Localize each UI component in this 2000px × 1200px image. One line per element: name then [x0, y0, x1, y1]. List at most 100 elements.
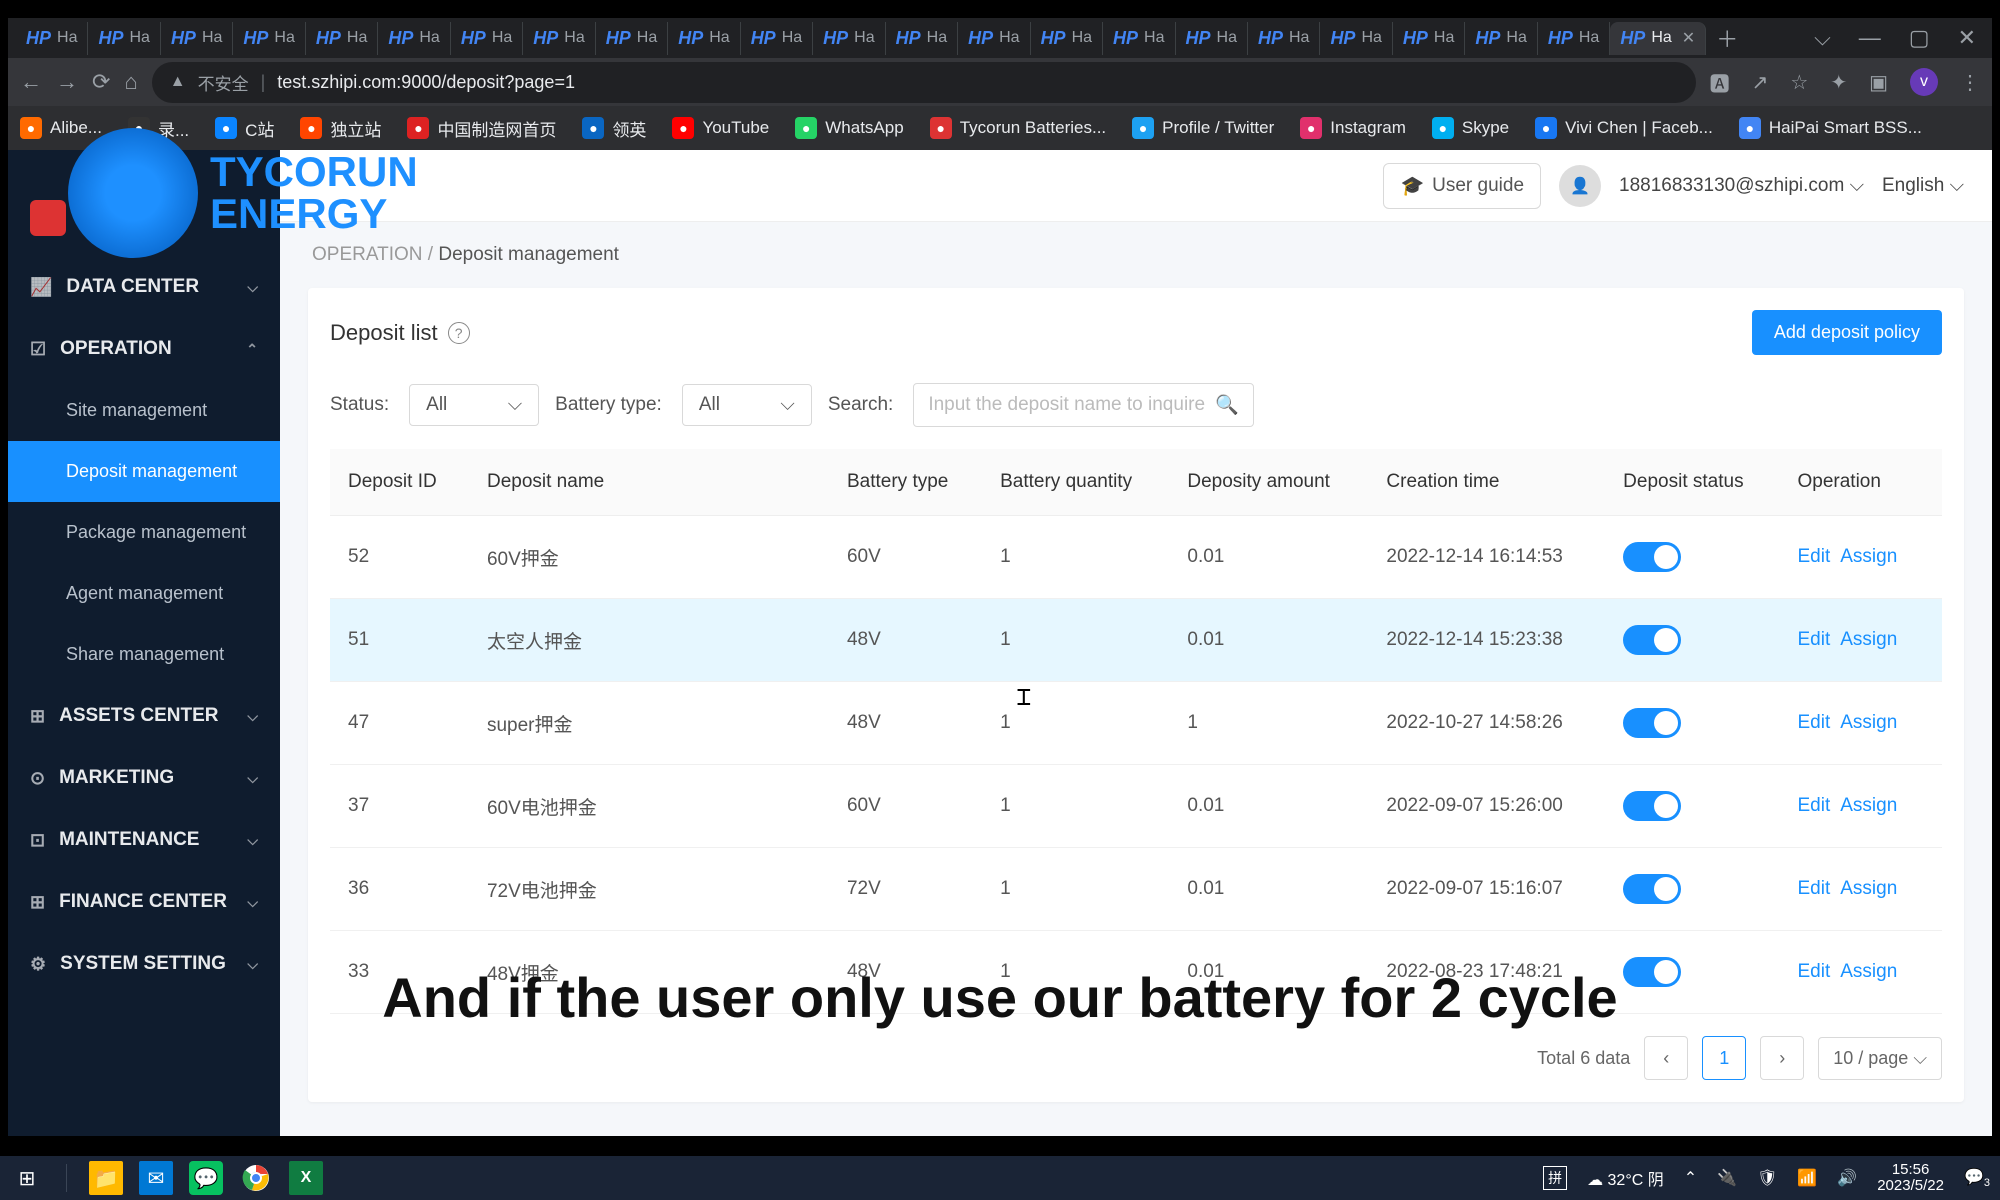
edit-link[interactable]: Edit	[1797, 712, 1830, 733]
browser-tab[interactable]: HPHa	[161, 22, 233, 55]
table-row[interactable]: 33 48V押金 48V 1 0.01 2022-08-23 17:48:21 …	[330, 931, 1942, 1014]
back-icon[interactable]: ←	[20, 69, 42, 95]
mail-icon[interactable]: ✉	[139, 1161, 173, 1195]
sidebar-item-package[interactable]: Package management	[8, 502, 280, 563]
sidebar-item-agent[interactable]: Agent management	[8, 563, 280, 624]
edit-link[interactable]: Edit	[1797, 629, 1830, 650]
status-toggle[interactable]	[1623, 957, 1681, 987]
table-row[interactable]: 36 72V电池押金 72V 1 0.01 2022-09-07 15:16:0…	[330, 848, 1942, 931]
status-select[interactable]: All⌵	[409, 384, 539, 426]
forward-icon[interactable]: →	[56, 69, 78, 95]
table-row[interactable]: 37 60V电池押金 60V 1 0.01 2022-09-07 15:26:0…	[330, 765, 1942, 848]
browser-tab[interactable]: HPHa	[668, 22, 740, 55]
share-icon[interactable]: ↗	[1752, 70, 1769, 95]
menu-icon[interactable]: ⋮	[1960, 70, 1980, 95]
browser-tab[interactable]: HPHa	[523, 22, 595, 55]
tray-wifi-icon[interactable]: 📶	[1797, 1168, 1817, 1188]
edit-link[interactable]: Edit	[1797, 961, 1830, 982]
help-icon[interactable]: ?	[448, 322, 470, 344]
assign-link[interactable]: Assign	[1840, 961, 1897, 982]
bookmark-item[interactable]: ●YouTube	[672, 117, 769, 139]
browser-tab[interactable]: HPHa	[16, 22, 88, 55]
status-toggle[interactable]	[1623, 791, 1681, 821]
status-toggle[interactable]	[1623, 542, 1681, 572]
maximize-icon[interactable]: ▢	[1909, 25, 1930, 51]
sidebar-item-assets[interactable]: ⊞ASSETS CENTER⌵	[8, 685, 280, 747]
browser-tab[interactable]: HPHa	[813, 22, 885, 55]
table-row[interactable]: 51 太空人押金 48V 1 0.01 2022-12-14 15:23:38 …	[330, 599, 1942, 682]
browser-tab[interactable]: HPHa	[741, 22, 813, 55]
wechat-icon[interactable]: 💬	[189, 1161, 223, 1195]
extensions-icon[interactable]: ✦	[1830, 70, 1847, 95]
profile-avatar[interactable]: v	[1910, 68, 1938, 96]
battery-type-select[interactable]: All⌵	[682, 384, 812, 426]
bookmark-item[interactable]: ●中国制造网首页	[407, 116, 556, 141]
prev-page-button[interactable]: ‹	[1644, 1036, 1688, 1080]
sidepanel-icon[interactable]: ▣	[1869, 70, 1888, 95]
new-tab-button[interactable]: ＋	[1706, 16, 1756, 60]
browser-tab[interactable]: HPHa	[958, 22, 1030, 55]
browser-tab[interactable]: HPHa	[596, 22, 668, 55]
page-number[interactable]: 1	[1702, 1036, 1746, 1080]
browser-tab[interactable]: HPHa	[233, 22, 305, 55]
browser-tab[interactable]: HPHa	[1176, 22, 1248, 55]
file-explorer-icon[interactable]: 📁	[89, 1161, 123, 1195]
language-selector[interactable]: English ⌵	[1882, 175, 1964, 197]
assign-link[interactable]: Assign	[1840, 629, 1897, 650]
browser-tab[interactable]: HPHa	[1103, 22, 1175, 55]
close-icon[interactable]: ✕	[1682, 28, 1695, 48]
user-guide-button[interactable]: 🎓User guide	[1383, 163, 1541, 209]
browser-tab[interactable]: HPHa	[1031, 22, 1103, 55]
browser-tab[interactable]: HPHa	[1538, 22, 1610, 55]
tray-volume-icon[interactable]: 🔊	[1837, 1168, 1857, 1188]
reload-icon[interactable]: ⟳	[92, 69, 110, 95]
browser-tab-active[interactable]: HPHa✕	[1610, 22, 1706, 55]
browser-tab[interactable]: HPHa	[88, 22, 160, 55]
sidebar-item-finance[interactable]: ⊞FINANCE CENTER⌵	[8, 871, 280, 933]
weather-widget[interactable]: ☁ 32°C 阴	[1587, 1166, 1664, 1190]
search-input[interactable]: Input the deposit name to inquire🔍	[913, 383, 1253, 427]
sidebar-item-system[interactable]: ⚙SYSTEM SETTING⌵	[8, 933, 280, 995]
sidebar-item-site[interactable]: Site management	[8, 380, 280, 441]
close-icon[interactable]: ✕	[1958, 25, 1976, 51]
chevron-down-icon[interactable]: ⌵	[1814, 25, 1831, 51]
sidebar-item-operation[interactable]: ☑OPERATION⌃	[8, 318, 280, 380]
bookmark-item[interactable]: ●Skype	[1432, 117, 1509, 139]
bookmark-item[interactable]: ●Vivi Chen | Faceb...	[1535, 117, 1713, 139]
sidebar-item-marketing[interactable]: ⊙MARKETING⌵	[8, 747, 280, 809]
excel-icon[interactable]: X	[289, 1161, 323, 1195]
browser-tab[interactable]: HPHa	[378, 22, 450, 55]
page-size-select[interactable]: 10 / page ⌵	[1818, 1037, 1942, 1080]
sidebar-item-data-center[interactable]: 📈DATA CENTER⌵	[8, 256, 280, 318]
chrome-icon[interactable]	[239, 1161, 273, 1195]
sidebar-item-maintenance[interactable]: ⊡MAINTENANCE⌵	[8, 809, 280, 871]
browser-tab[interactable]: HPHa	[1393, 22, 1465, 55]
browser-tab[interactable]: HPHa	[1320, 22, 1392, 55]
next-page-button[interactable]: ›	[1760, 1036, 1804, 1080]
search-icon[interactable]: 🔍	[1215, 393, 1239, 417]
start-button[interactable]: ⊞	[10, 1161, 44, 1195]
table-row[interactable]: 47 super押金 48V 1 1 2022-10-27 14:58:26 E…	[330, 682, 1942, 765]
bookmark-item[interactable]: ●Profile / Twitter	[1132, 117, 1274, 139]
status-toggle[interactable]	[1623, 708, 1681, 738]
edit-link[interactable]: Edit	[1797, 795, 1830, 816]
browser-tab[interactable]: HPHa	[306, 22, 378, 55]
url-input[interactable]: ▲ 不安全 | test.szhipi.com:9000/deposit?pag…	[152, 62, 1696, 103]
browser-tab[interactable]: HPHa	[1465, 22, 1537, 55]
tray-security-icon[interactable]: 🛡	[1757, 1168, 1777, 1188]
assign-link[interactable]: Assign	[1840, 546, 1897, 567]
sidebar-item-share[interactable]: Share management	[8, 624, 280, 685]
assign-link[interactable]: Assign	[1840, 795, 1897, 816]
browser-tab[interactable]: HPHa	[451, 22, 523, 55]
browser-tab[interactable]: HPHa	[1248, 22, 1320, 55]
edit-link[interactable]: Edit	[1797, 546, 1830, 567]
translate-icon[interactable]: 🅰	[1710, 68, 1730, 97]
bookmark-item[interactable]: ●Instagram	[1300, 117, 1406, 139]
ime-icon[interactable]: 拼	[1543, 1166, 1567, 1190]
home-icon[interactable]: ⌂	[124, 69, 137, 95]
tray-usb-icon[interactable]: 🔌	[1717, 1168, 1737, 1188]
edit-link[interactable]: Edit	[1797, 878, 1830, 899]
tray-chevron-icon[interactable]: ⌃	[1684, 1168, 1697, 1188]
bookmark-item[interactable]: ●领英	[582, 116, 646, 141]
bookmark-item[interactable]: ●HaiPai Smart BSS...	[1739, 117, 1922, 139]
